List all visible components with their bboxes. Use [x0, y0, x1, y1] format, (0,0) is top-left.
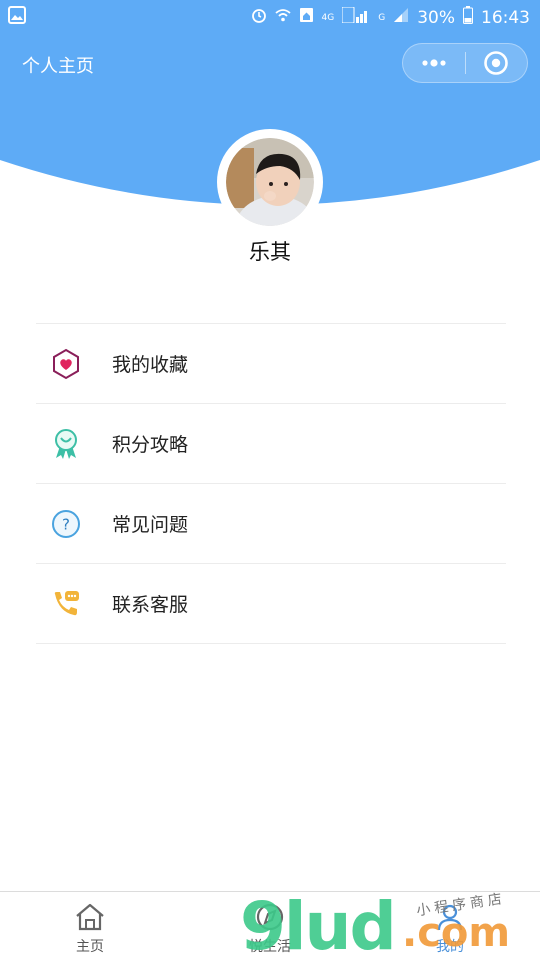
- battery-percent: 30%: [417, 7, 455, 28]
- avatar[interactable]: [217, 129, 323, 235]
- question-icon: ?: [50, 508, 82, 540]
- alarm-icon: [251, 7, 267, 28]
- clock: 16:43: [481, 7, 530, 28]
- home-icon: [73, 902, 107, 932]
- menu-item-contact-support[interactable]: 联系客服: [36, 564, 506, 644]
- tab-life[interactable]: 悦生活: [180, 892, 360, 961]
- battery-icon: [463, 6, 473, 29]
- menu-item-favorites[interactable]: 我的收藏: [36, 324, 506, 404]
- tab-bar: 主页 悦生活 我的: [0, 891, 540, 961]
- more-dots-icon: [422, 59, 446, 67]
- tab-label: 我的: [436, 939, 464, 955]
- tab-label: 主页: [76, 939, 104, 955]
- menu-item-faq[interactable]: ? 常见问题: [36, 484, 506, 564]
- miniprogram-capsule: [402, 43, 528, 83]
- profile-icon: [433, 902, 467, 932]
- tab-me[interactable]: 我的: [360, 892, 540, 961]
- target-close-icon: [484, 51, 509, 75]
- status-bar: 4G G 30% 16:43: [0, 0, 540, 32]
- menu-item-label: 常见问题: [112, 514, 189, 536]
- favorites-heart-icon: [50, 348, 82, 380]
- menu-item-label: 联系客服: [112, 594, 189, 616]
- more-options-button[interactable]: [403, 44, 465, 82]
- medal-icon: [50, 428, 82, 460]
- network-type-label-2: G: [378, 12, 386, 23]
- menu-item-label: 我的收藏: [112, 354, 189, 376]
- phone-chat-icon: [50, 588, 82, 620]
- avatar-photo: [226, 138, 314, 226]
- profile-menu: 我的收藏 积分攻略 ? 常见问题 联系客服: [36, 323, 506, 644]
- svg-text:?: ?: [62, 516, 70, 534]
- menu-item-label: 积分攻略: [112, 434, 189, 456]
- signal-icon: [341, 6, 370, 28]
- signal-bars-icon: [393, 7, 409, 28]
- tab-label: 悦生活: [249, 939, 291, 955]
- compass-icon: [253, 902, 287, 932]
- page-title: 个人主页: [22, 56, 94, 77]
- tab-home[interactable]: 主页: [0, 892, 180, 961]
- username: 乐其: [249, 240, 291, 264]
- home-status-icon: [299, 7, 314, 28]
- wifi-icon: [274, 7, 291, 28]
- close-miniprogram-button[interactable]: [466, 44, 528, 82]
- menu-item-points-guide[interactable]: 积分攻略: [36, 404, 506, 484]
- gallery-notification-icon: [8, 6, 26, 29]
- network-type-label: 4G: [321, 12, 335, 23]
